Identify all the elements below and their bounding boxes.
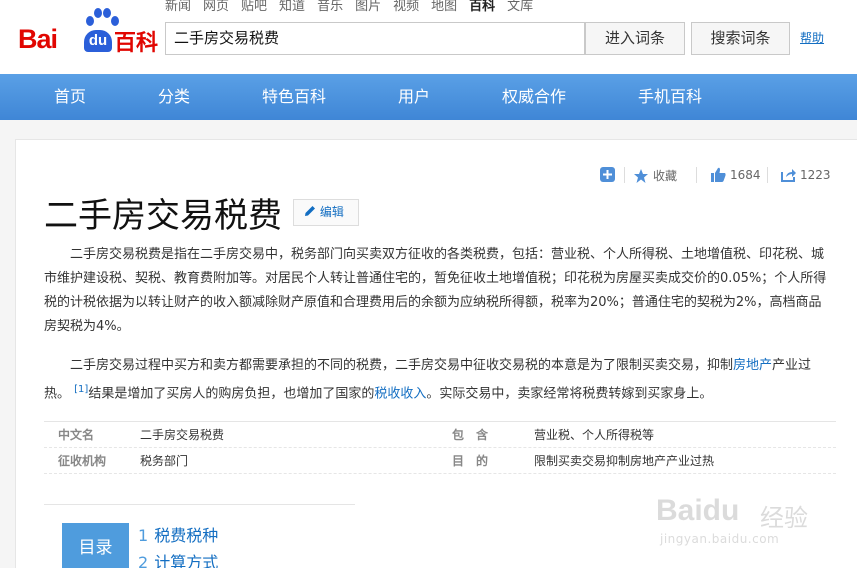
- nav-home[interactable]: 首页: [54, 74, 86, 120]
- toc-item-text: 税费税种: [154, 526, 219, 545]
- info-key: 中文名: [58, 428, 95, 442]
- nav-mobile[interactable]: 手机百科: [638, 74, 702, 120]
- thumbs-up-icon: [711, 167, 726, 182]
- toc-label: 目录: [62, 523, 129, 568]
- logo-baike: 百科: [114, 31, 159, 56]
- link-video[interactable]: 视频: [393, 0, 419, 14]
- watermark-url: jingyan.baidu.com: [660, 532, 780, 546]
- nav-featured[interactable]: 特色百科: [262, 74, 326, 120]
- toc-item[interactable]: 1 税费税种: [138, 522, 218, 546]
- info-key: 征收机构: [58, 454, 107, 468]
- like-count: 1684: [730, 167, 761, 182]
- enter-entry-button[interactable]: 进入词条: [585, 22, 685, 55]
- info-value: 营业税、个人所得税等: [534, 428, 655, 442]
- link-map[interactable]: 地图: [431, 0, 457, 14]
- toc-item[interactable]: 2 计算方式: [138, 549, 218, 568]
- link-web[interactable]: 网页: [203, 0, 229, 14]
- baidu-baike-logo[interactable]: Bai du 百科: [18, 6, 158, 56]
- basic-info-row: 中文名 二手房交易税费 包 含 营业税、个人所得税等: [44, 422, 836, 448]
- link-wenku[interactable]: 文库: [507, 0, 533, 14]
- share-icon: [781, 169, 796, 182]
- share-count: 1223: [800, 167, 831, 182]
- toc-item-text: 计算方式: [154, 553, 219, 568]
- link-tax-revenue[interactable]: 税收收入: [374, 386, 426, 401]
- watermark-product: 经验: [760, 504, 808, 532]
- toolbar-divider: [767, 167, 768, 183]
- info-key: 包 含: [452, 428, 489, 442]
- main-nav: 首页 分类 特色百科 用户 权威合作 手机百科: [0, 74, 857, 120]
- favorite-button[interactable]: 收藏: [633, 167, 677, 184]
- edit-label: 编辑: [319, 205, 344, 219]
- toolbar-divider: [624, 167, 625, 183]
- share-button[interactable]: 1223: [781, 167, 831, 182]
- logo-du: du: [84, 30, 112, 52]
- logo-bai: Bai: [18, 24, 58, 54]
- reference-marker[interactable]: [1]: [74, 384, 88, 395]
- watermark-brand: Baidu: [656, 494, 740, 527]
- basic-info-row: 征收机构 税务部门 目 的 限制买卖交易抑制房地产产业过热: [44, 448, 836, 474]
- para2-text-a: 二手房交易过程中买方和卖方都需要承担的不同的税费，二手房交易中征收交易税的本意是…: [70, 358, 734, 373]
- toc-item-number: 2: [138, 553, 149, 568]
- nav-partner[interactable]: 权威合作: [502, 74, 566, 120]
- link-news[interactable]: 新闻: [165, 0, 191, 14]
- plus-icon: [600, 167, 615, 182]
- favorite-label: 收藏: [653, 169, 678, 183]
- summary-paragraph-2: 二手房交易过程中买方和卖方都需要承担的不同的税费，二手房交易中征收交易税的本意是…: [44, 354, 834, 406]
- star-icon: [634, 168, 648, 183]
- para2-text-d: 。实际交易中，卖家经常将税费转嫁到买家身上。: [426, 386, 713, 402]
- nav-category[interactable]: 分类: [158, 74, 190, 120]
- page-title: 二手房交易税费: [44, 196, 282, 236]
- pencil-icon: [305, 206, 315, 216]
- link-tieba[interactable]: 贴吧: [241, 0, 267, 14]
- link-baike[interactable]: 百科: [469, 0, 495, 14]
- info-value: 二手房交易税费: [140, 428, 225, 442]
- product-links: 新闻 网页 贴吧 知道 音乐 图片 视频 地图 百科 文库: [165, 0, 545, 14]
- info-value: 税务部门: [140, 454, 189, 468]
- basic-info-table: 中文名 二手房交易税费 包 含 营业税、个人所得税等 征收机构 税务部门 目 的…: [44, 421, 836, 474]
- link-real-estate[interactable]: 房地产: [733, 358, 772, 373]
- like-button[interactable]: 1684: [711, 167, 761, 182]
- link-music[interactable]: 音乐: [317, 0, 343, 14]
- search-entry-button[interactable]: 搜索词条: [691, 22, 790, 55]
- edit-button[interactable]: 编辑: [293, 199, 359, 226]
- top-bar: Bai du 百科 新闻 网页 贴吧 知道 音乐 图片 视频 地图 百科 文库 …: [0, 0, 857, 74]
- info-value: 限制买卖交易抑制房地产产业过热: [534, 454, 715, 468]
- search-input[interactable]: 二手房交易税费: [165, 22, 585, 55]
- para2-text-c: 结果是增加了买房人的购房负担，也增加了国家的: [88, 386, 375, 402]
- add-button[interactable]: [600, 167, 615, 182]
- table-of-contents: 目录 1 税费税种 2 计算方式: [44, 504, 355, 568]
- toc-item-number: 1: [138, 526, 149, 545]
- link-zhidao[interactable]: 知道: [279, 0, 305, 14]
- help-link[interactable]: 帮助: [800, 29, 824, 46]
- nav-user[interactable]: 用户: [398, 74, 430, 120]
- link-images[interactable]: 图片: [355, 0, 381, 14]
- baidu-jingyan-watermark: Baidu 经验 jingyan.baidu.com: [656, 486, 816, 561]
- info-key: 目 的: [452, 454, 489, 468]
- toolbar-divider: [696, 167, 697, 183]
- summary-paragraph-1: 二手房交易税费是指在二手房交易中，税务部门向买卖双方征收的各类税费，包括：营业税…: [44, 247, 827, 334]
